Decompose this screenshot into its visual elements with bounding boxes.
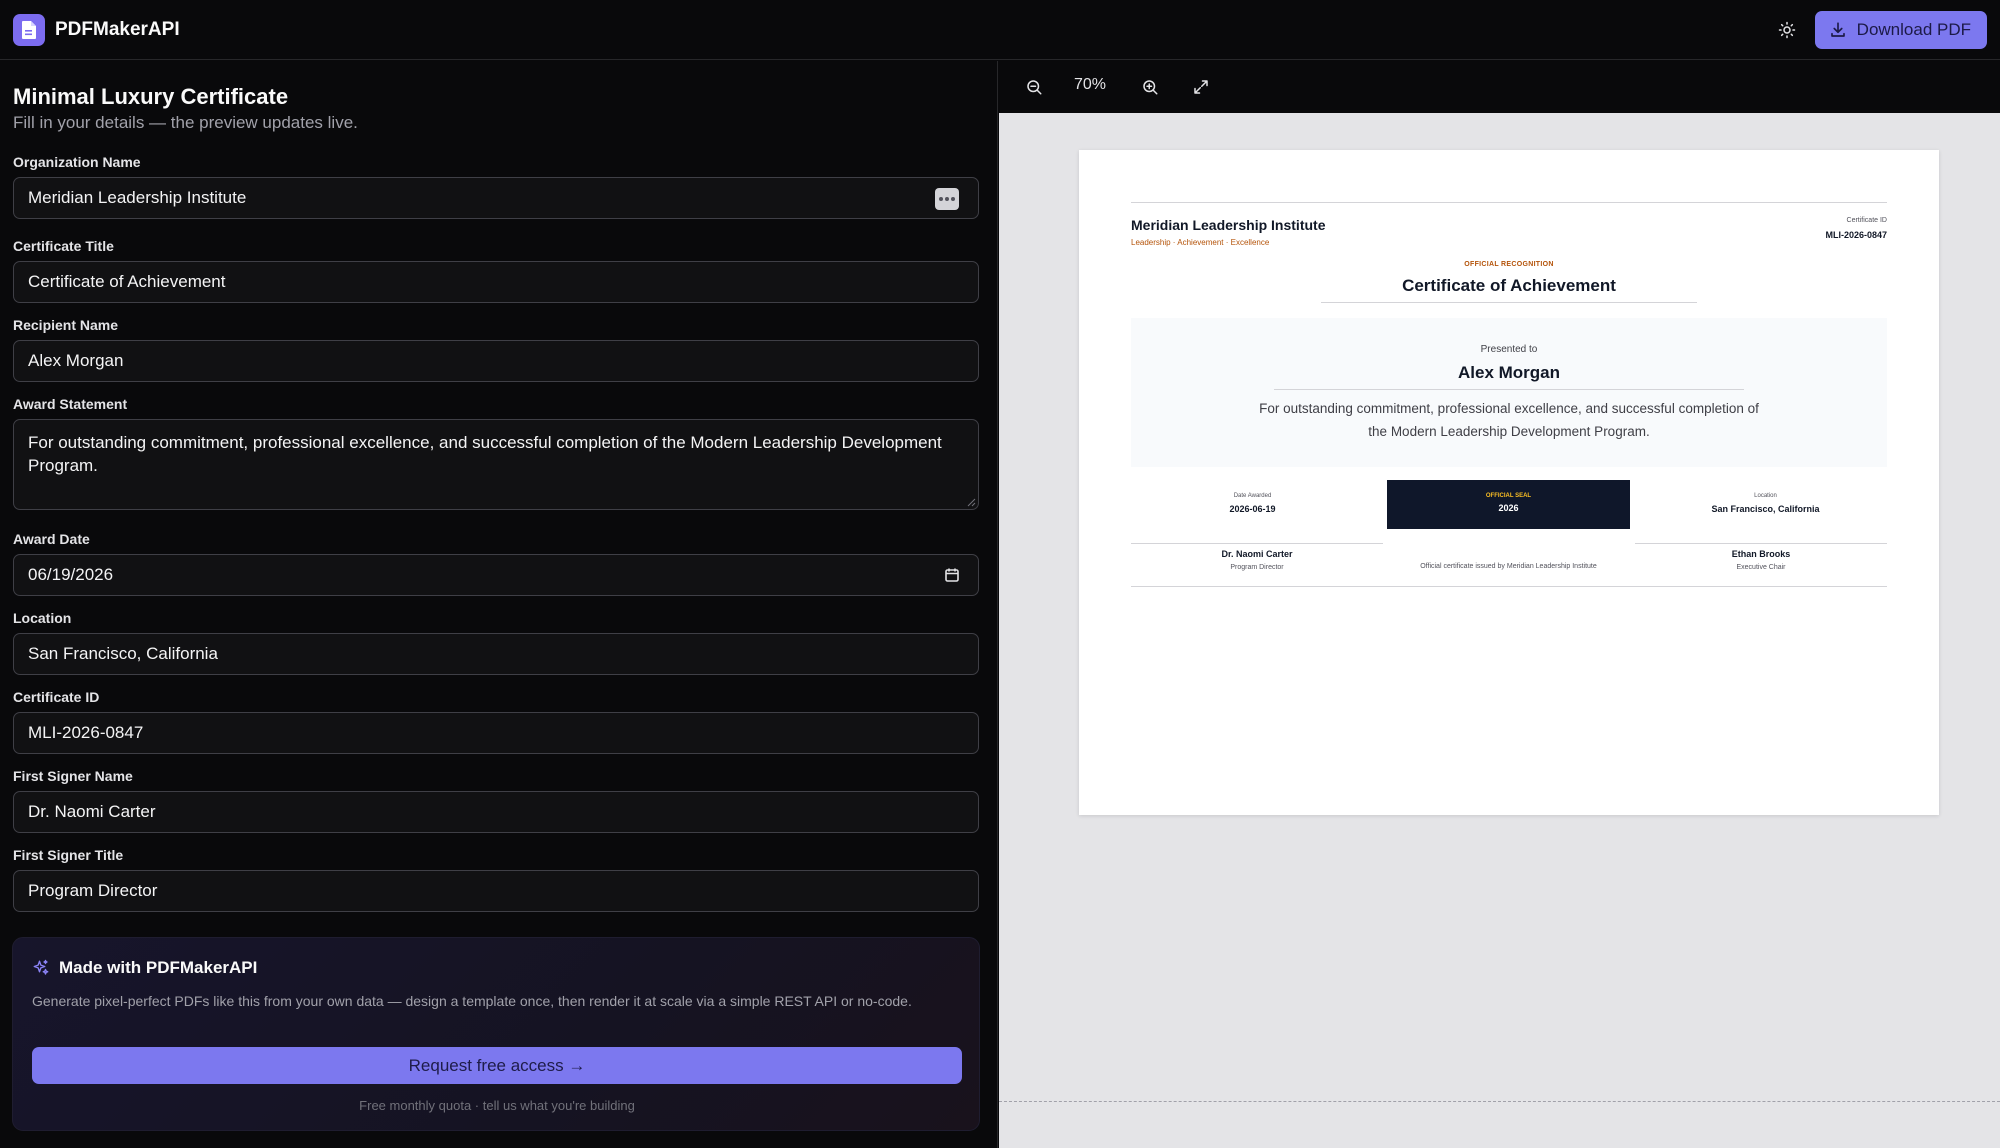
form-title: Minimal Luxury Certificate xyxy=(13,84,289,109)
first-signer-title-field[interactable]: Program Director xyxy=(13,870,979,912)
title-rule xyxy=(1321,302,1697,303)
fullscreen-button[interactable] xyxy=(1188,74,1214,100)
download-icon xyxy=(1830,21,1845,37)
first-signer-name-label: First Signer Name xyxy=(13,768,133,784)
first-signer-title-value: Program Director xyxy=(28,881,158,900)
award-statement: For outstanding commitment, professional… xyxy=(1259,401,1759,439)
location-field[interactable]: San Francisco, California xyxy=(13,633,979,675)
recipient-box: Presented to Alex Morgan For outstanding… xyxy=(1131,318,1887,467)
signer1-name: Dr. Naomi Carter xyxy=(1221,549,1293,559)
promo-note: Free monthly quota · tell us what you're… xyxy=(359,1098,635,1113)
first-signer-title-label: First Signer Title xyxy=(13,847,124,863)
date-awarded-value: 2026-06-19 xyxy=(1229,504,1276,514)
official-recognition-label: OFFICIAL RECOGNITION xyxy=(1464,261,1554,268)
sparkles-icon xyxy=(33,959,49,975)
issued-by-text: Official certificate issued by Meridian … xyxy=(1420,563,1597,570)
download-pdf-button[interactable]: Download PDF xyxy=(1814,10,1987,49)
certificate-id-label: Certificate ID xyxy=(13,689,100,705)
award-statement-value: For outstanding commitment, professional… xyxy=(28,433,942,475)
signer2-rule xyxy=(1635,543,1887,544)
award-statement-textarea[interactable]: For outstanding commitment, professional… xyxy=(13,419,979,510)
award-date-field[interactable]: 06/19/2026 xyxy=(13,554,979,596)
certificate-id-field[interactable]: MLI-2026-0847 xyxy=(13,712,979,754)
date-awarded-label: Date Awarded xyxy=(1233,493,1272,499)
zoom-level: 70% xyxy=(1073,76,1107,93)
first-signer-name-field[interactable]: Dr. Naomi Carter xyxy=(13,791,979,833)
organization-name-value: Meridian Leadership Institute xyxy=(28,188,247,207)
top-rule xyxy=(1131,202,1887,203)
editor-panel: Minimal Luxury Certificate Fill in your … xyxy=(0,61,998,1148)
certificate-tagline: Leadership · Achievement · Excellence xyxy=(1131,238,1270,247)
signer1-block: Dr. Naomi Carter Program Director xyxy=(1131,549,1383,571)
first-signer-name-value: Dr. Naomi Carter xyxy=(28,802,156,821)
location-caption: Location xyxy=(1754,493,1777,499)
certificate-title-field[interactable]: Certificate of Achievement xyxy=(13,261,979,303)
form-area[interactable]: Minimal Luxury Certificate Fill in your … xyxy=(13,61,979,916)
signer1-rule xyxy=(1131,543,1383,544)
signer2-title: Executive Chair xyxy=(1736,564,1786,571)
location-block: Location San Francisco, California xyxy=(1644,493,1887,514)
certificate-org: Meridian Leadership Institute xyxy=(1131,217,1326,233)
award-date-label: Award Date xyxy=(13,531,90,547)
presented-to-label: Presented to xyxy=(1480,344,1538,355)
official-seal: OFFICIAL SEAL 2026 xyxy=(1387,480,1630,529)
location-label: Location xyxy=(13,610,72,626)
recipient-name: Alex Morgan xyxy=(1457,363,1561,382)
location-text: San Francisco, California xyxy=(1711,504,1820,514)
recipient-name-label: Recipient Name xyxy=(13,317,119,333)
name-rule xyxy=(1274,389,1744,390)
recipient-name-value: Alex Morgan xyxy=(28,351,124,370)
zoom-out-button[interactable] xyxy=(1021,74,1047,100)
download-pdf-label: Download PDF xyxy=(1856,19,1971,39)
brand-name: PDFMakerAPI xyxy=(55,18,180,40)
sun-icon xyxy=(1778,21,1795,38)
signer1-title: Program Director xyxy=(1230,564,1284,571)
more-options-icon[interactable] xyxy=(935,188,959,210)
recipient-name-field[interactable]: Alex Morgan xyxy=(13,340,979,382)
official-seal-label: OFFICIAL SEAL xyxy=(1485,493,1532,499)
award-statement-label: Award Statement xyxy=(13,396,128,412)
organization-name-label: Organization Name xyxy=(13,154,141,170)
signer2-block: Ethan Brooks Executive Chair xyxy=(1635,549,1887,571)
resize-grip-icon[interactable] xyxy=(967,498,976,507)
request-access-button[interactable]: Request free access → xyxy=(32,1047,962,1084)
certificate-id-text: MLI-2026-0847 xyxy=(1825,230,1887,240)
award-date-value: 06/19/2026 xyxy=(28,565,114,584)
zoom-in-button[interactable] xyxy=(1137,74,1163,100)
calendar-icon[interactable] xyxy=(944,567,960,583)
logo-icon xyxy=(13,13,45,46)
zoom-out-icon xyxy=(1027,80,1042,95)
promo-text: Generate pixel-perfect PDFs like this fr… xyxy=(32,993,912,1009)
certificate-title-label: Certificate Title xyxy=(13,238,114,254)
signer2-name: Ethan Brooks xyxy=(1731,549,1791,559)
official-seal-year: 2026 xyxy=(1498,503,1519,513)
app-header: PDFMakerAPI Download PDF xyxy=(0,0,2000,60)
form-subtitle: Fill in your details — the preview updat… xyxy=(13,113,358,132)
zoom-in-icon xyxy=(1143,80,1158,95)
preview-panel: 70% Meridian Leadership Institute Leader… xyxy=(999,61,2000,1148)
date-awarded-block: Date Awarded 2026-06-19 xyxy=(1131,493,1374,514)
certificate-id-caption: Certificate ID xyxy=(1846,217,1887,224)
certificate-title-value: Certificate of Achievement xyxy=(28,272,226,291)
preview-toolbar: 70% xyxy=(999,61,2000,113)
promo-card: Made with PDFMakerAPI Generate pixel-per… xyxy=(12,937,980,1131)
certificate-title: Certificate of Achievement xyxy=(1402,276,1616,295)
organization-name-field[interactable]: Meridian Leadership Institute xyxy=(13,177,979,219)
bottom-rule xyxy=(1131,586,1887,587)
certificate-id-value: MLI-2026-0847 xyxy=(28,723,144,742)
promo-heading: Made with PDFMakerAPI xyxy=(59,958,258,977)
certificate-preview: Meridian Leadership Institute Leadership… xyxy=(1079,150,1939,815)
expand-icon xyxy=(1194,80,1208,94)
page-break-line xyxy=(999,1101,2000,1102)
location-value: San Francisco, California xyxy=(28,644,218,663)
theme-toggle-button[interactable] xyxy=(1769,12,1805,48)
